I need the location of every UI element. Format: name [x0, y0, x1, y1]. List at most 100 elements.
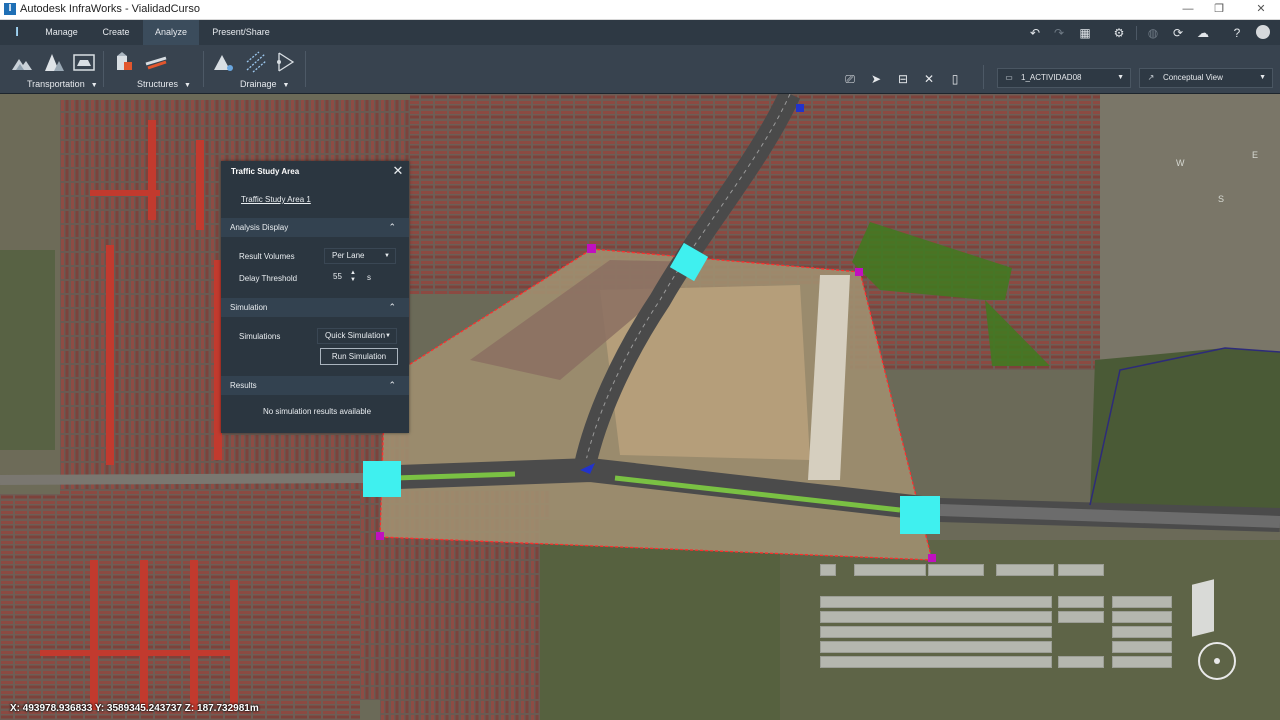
study-area-link[interactable]: Traffic Study Area 1	[241, 195, 311, 204]
visual-style-dropdown[interactable]: ↗ Conceptual View ▼	[1139, 68, 1273, 88]
view-cube[interactable]	[1192, 579, 1214, 637]
stepper-arrows-icon[interactable]: ▲ ▼	[350, 270, 356, 284]
window-title: Autodesk InfraWorks - VialidadCurso	[20, 3, 200, 15]
keyboard-key-row[interactable]	[1112, 656, 1172, 668]
simulation-section[interactable]: Simulation ⌃	[221, 298, 409, 317]
chevron-up-icon: ⌃	[388, 302, 396, 312]
structures-group[interactable]: Structures ▼	[137, 79, 191, 89]
proposal-value: 1_ACTIVIDAD08	[1021, 73, 1082, 82]
tab-manage[interactable]: Manage	[38, 20, 85, 45]
cloud-icon[interactable]: ☁	[1195, 25, 1211, 41]
undo-icon[interactable]: ↶	[1027, 25, 1043, 41]
keyboard-key-row[interactable]	[1058, 596, 1104, 608]
grid-icon[interactable]: ▦	[1077, 25, 1093, 41]
mountain-icon[interactable]	[42, 50, 66, 74]
traffic-study-panel: Traffic Study Area ✕ Traffic Study Area …	[221, 161, 409, 433]
section-title: Analysis Display	[230, 223, 289, 232]
analysis-display-section[interactable]: Analysis Display ⌃	[221, 218, 409, 237]
run-simulation-button[interactable]: Run Simulation	[320, 348, 398, 365]
bridge-icon[interactable]	[144, 50, 168, 74]
section-title: Simulation	[230, 303, 268, 312]
tab-create[interactable]: Create	[95, 20, 137, 45]
select-icon[interactable]: ➤	[867, 71, 885, 87]
chevron-down-icon: ▼	[90, 82, 98, 89]
vehicle-icon[interactable]	[72, 50, 96, 74]
network-icon[interactable]	[244, 50, 268, 74]
proposal-dropdown[interactable]: ▭ 1_ACTIVIDAD08 ▼	[997, 68, 1131, 88]
help-icon[interactable]: ?	[1229, 25, 1245, 41]
infraworks-logo-icon[interactable]: I	[10, 24, 24, 40]
measure-icon[interactable]: ⊟	[894, 71, 912, 87]
delay-threshold-label: Delay Threshold	[239, 274, 298, 283]
transportation-group[interactable]: Transportation ▼	[27, 79, 98, 89]
keyboard-key-row[interactable]	[1058, 656, 1104, 668]
terrain-icon[interactable]	[10, 50, 34, 74]
keyboard-key-row[interactable]	[1058, 611, 1104, 623]
proposal-icon: ▭	[1005, 73, 1013, 82]
keyboard-key[interactable]	[820, 564, 836, 576]
user-avatar[interactable]	[1256, 25, 1270, 39]
keyboard-key-row[interactable]	[928, 564, 984, 576]
minimize-button[interactable]: —	[1180, 2, 1196, 16]
keyboard-key-row[interactable]	[1112, 641, 1172, 653]
ribbon-divider	[103, 51, 104, 87]
globe-icon[interactable]: ◍	[1145, 25, 1161, 41]
coordinate-readout: X: 493978.936833 Y: 3589345.243737 Z: 18…	[10, 703, 259, 714]
results-section[interactable]: Results ⌃	[221, 376, 409, 395]
compass-west: W	[1176, 158, 1185, 168]
restore-button[interactable]: ❐	[1211, 2, 1227, 16]
navigation-wheel[interactable]	[1198, 642, 1236, 680]
ribbon: Transportation ▼ Structures ▼ Drainage ▼ ⎚ …	[0, 45, 1280, 94]
keyboard-key-row[interactable]	[854, 564, 926, 576]
keyboard-key-row[interactable]	[820, 626, 1052, 638]
chevron-up-icon: ⌃	[388, 222, 396, 232]
simulations-select[interactable]: Quick Simulation ▼	[317, 328, 397, 344]
keyboard-key-row[interactable]	[820, 656, 1052, 668]
keyboard-key-row[interactable]	[1112, 611, 1172, 623]
section-title: Results	[230, 381, 257, 390]
keyboard-key-row[interactable]	[1058, 564, 1104, 576]
chevron-down-icon: ▼	[282, 82, 290, 89]
transportation-label: Transportation	[27, 79, 85, 89]
navigation-center-icon	[1214, 658, 1220, 664]
ribbon-divider	[983, 65, 984, 89]
simulations-label: Simulations	[239, 332, 281, 341]
tab-present-share[interactable]: Present/Share	[205, 20, 277, 45]
drainage-group[interactable]: Drainage ▼	[240, 79, 289, 89]
result-volumes-select[interactable]: Per Lane ▼	[324, 248, 396, 264]
keyboard-key-row[interactable]	[1112, 626, 1172, 638]
panel-title: Traffic Study Area	[231, 167, 300, 176]
keyboard-key-row[interactable]	[820, 596, 1052, 608]
gear-icon[interactable]: ⚙	[1111, 25, 1127, 41]
flow-icon[interactable]	[274, 50, 298, 74]
results-message: No simulation results available	[262, 407, 372, 416]
chevron-down-icon: ▼	[1259, 74, 1266, 81]
menu-bar: I Manage Create Analyze Present/Share ↶ …	[0, 20, 1280, 45]
keyboard-key-row[interactable]	[820, 641, 1052, 653]
tools-icon[interactable]: ✕	[920, 71, 938, 87]
delay-threshold-stepper[interactable]: 55 ▲ ▼	[326, 270, 362, 284]
structure-icon[interactable]	[112, 50, 136, 74]
watershed-icon[interactable]	[212, 50, 236, 74]
panel-header[interactable]: Traffic Study Area ✕	[221, 161, 409, 183]
chevron-down-icon: ▼	[385, 333, 391, 339]
keyboard-key-row[interactable]	[1112, 596, 1172, 608]
visual-style-value: Conceptual View	[1163, 73, 1223, 82]
ribbon-divider	[203, 51, 204, 87]
ribbon-divider	[305, 51, 306, 87]
redo-icon[interactable]: ↷	[1051, 25, 1067, 41]
toolbar-divider	[1136, 26, 1137, 40]
tab-analyze[interactable]: Analyze	[143, 20, 199, 45]
delay-threshold-unit: s	[367, 273, 371, 282]
panel-icon[interactable]: ▯	[946, 71, 964, 87]
presentation-icon[interactable]: ⎚	[841, 71, 859, 87]
close-window-button[interactable]: ✕	[1253, 2, 1269, 16]
drainage-label: Drainage	[240, 79, 277, 89]
keyboard-key-row[interactable]	[996, 564, 1054, 576]
on-screen-keyboard[interactable]	[818, 560, 1178, 672]
chevron-up-icon: ⌃	[388, 380, 396, 390]
compass-south: S	[1218, 194, 1225, 204]
sync-icon[interactable]: ⟳	[1170, 25, 1186, 41]
close-icon[interactable]: ✕	[391, 164, 405, 178]
keyboard-key-row[interactable]	[820, 611, 1052, 623]
